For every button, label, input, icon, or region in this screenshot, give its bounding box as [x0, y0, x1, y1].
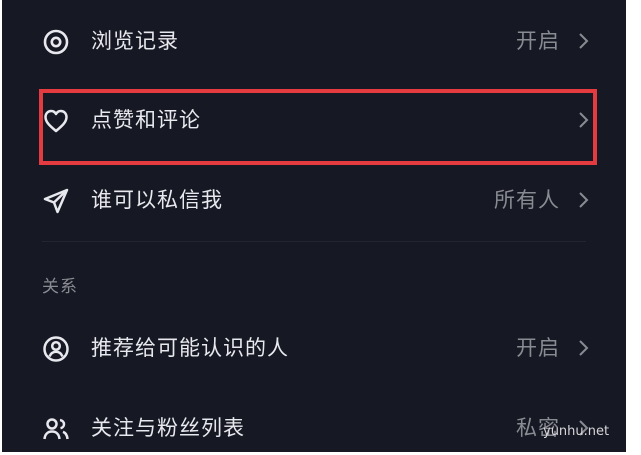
section-divider [42, 241, 586, 242]
send-icon [42, 187, 70, 215]
settings-item-value: 所有人 [494, 188, 560, 212]
watermark: yunhu.net [543, 424, 610, 439]
chevron-right-icon [576, 110, 590, 130]
chevron-right-icon [576, 338, 590, 358]
settings-item-label: 关注与粉丝列表 [91, 416, 245, 440]
section-title-relations: 关系 [42, 277, 78, 297]
settings-item-label: 点赞和评论 [91, 108, 201, 132]
chevron-right-icon [576, 31, 590, 51]
settings-item-label: 浏览记录 [91, 29, 179, 53]
users-icon [42, 415, 70, 443]
heart-icon [42, 107, 70, 135]
settings-item-value: 开启 [516, 336, 560, 360]
eye-icon [42, 28, 70, 56]
settings-item-who-can-message[interactable]: 谁可以私信我 所有人 [2, 161, 626, 239]
settings-item-likes-comments[interactable]: 点赞和评论 [2, 81, 626, 159]
settings-item-label: 谁可以私信我 [91, 188, 223, 212]
chevron-right-icon [576, 190, 590, 210]
settings-item-value: 开启 [516, 29, 560, 53]
settings-item-recommend-to-known[interactable]: 推荐给可能认识的人 开启 [2, 309, 626, 387]
settings-item-label: 推荐给可能认识的人 [91, 336, 289, 360]
privacy-settings-screen: 浏览记录 开启 点赞和评论 谁可以私信我 所有人 关系 推荐给可能认识的人 开启… [2, 0, 626, 452]
settings-item-browse-history[interactable]: 浏览记录 开启 [2, 2, 626, 80]
user-circle-icon [42, 335, 70, 363]
settings-item-follow-fans-list[interactable]: 关注与粉丝列表 私密 [2, 389, 626, 452]
